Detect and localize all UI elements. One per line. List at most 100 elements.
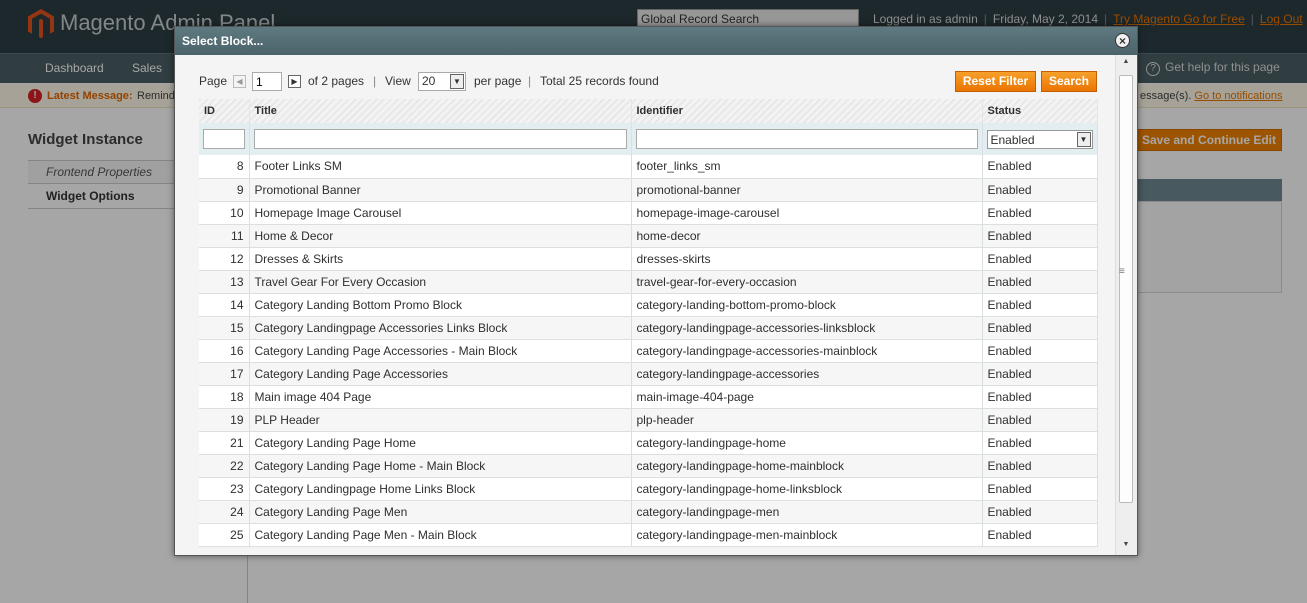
table-row[interactable]: 14 Category Landing Bottom Promo Block cat… — [199, 293, 1098, 317]
cell-id: 23 — [199, 477, 250, 501]
title-filter-input[interactable] — [253, 129, 627, 149]
cell-status: Enabled — [982, 454, 1098, 478]
cell-id: 14 — [199, 293, 250, 317]
cell-identifier: main-image-404-page — [631, 385, 983, 409]
next-page-icon[interactable]: ▶ — [288, 75, 301, 88]
cell-id: 19 — [199, 408, 250, 432]
cell-title: Homepage Image Carousel — [249, 201, 632, 225]
reset-filter-button[interactable]: Reset Filter — [955, 71, 1036, 92]
total-records-label: Total 25 records found — [540, 74, 659, 88]
cell-identifier: category-landing-bottom-promo-block — [631, 293, 983, 317]
table-row[interactable]: 15 Category Landingpage Accessories Links… — [199, 316, 1098, 340]
table-row[interactable]: 19 PLP Header plp-header Enabled — [199, 408, 1098, 432]
cell-id: 17 — [199, 362, 250, 386]
cell-status: Enabled — [982, 431, 1098, 455]
scroll-down-icon[interactable]: ▼ — [1120, 541, 1132, 553]
cell-title: Category Landingpage Accessories Links B… — [249, 316, 632, 340]
table-row[interactable]: 22 Category Landing Page Home - Main Bloc… — [199, 454, 1098, 478]
cell-id: 18 — [199, 385, 250, 409]
cell-identifier: travel-gear-for-every-occasion — [631, 270, 983, 294]
page-label: Page — [199, 74, 228, 88]
table-row[interactable]: 18 Main image 404 Page main-image-404-page… — [199, 385, 1098, 409]
table-row[interactable]: 8 Footer Links SM footer_links_sm Enabled — [199, 155, 1098, 179]
chevron-down-icon: ▼ — [450, 74, 464, 89]
blocks-grid: ID Title Identifier Status Enabled ▼ 8 Foo… — [199, 99, 1098, 547]
cell-id: 9 — [199, 178, 250, 202]
scrollbar-thumb[interactable] — [1119, 75, 1133, 503]
cell-id: 13 — [199, 270, 250, 294]
cell-title: Category Landing Page Accessories - Main… — [249, 339, 632, 363]
chevron-down-icon: ▼ — [1076, 131, 1091, 147]
column-header-title[interactable]: Title — [249, 99, 632, 123]
table-row[interactable]: 10 Homepage Image Carousel homepage-image-… — [199, 201, 1098, 225]
id-filter-input[interactable] — [203, 129, 245, 149]
table-row[interactable]: 16 Category Landing Page Accessories - Ma… — [199, 339, 1098, 363]
cell-id: 8 — [199, 155, 250, 179]
cell-title: Category Landing Page Men — [249, 500, 632, 524]
cell-id: 25 — [199, 523, 250, 547]
of-pages-label: of 2 pages — [308, 74, 365, 88]
cell-status: Enabled — [982, 293, 1098, 317]
column-header-status[interactable]: Status — [982, 99, 1098, 123]
cell-status: Enabled — [982, 500, 1098, 524]
cell-status: Enabled — [982, 362, 1098, 386]
cell-id: 21 — [199, 431, 250, 455]
cell-identifier: category-landingpage-home-mainblock — [631, 454, 983, 478]
cell-identifier: category-landingpage-home — [631, 431, 983, 455]
table-row[interactable]: 12 Dresses & Skirts dresses-skirts Enabled — [199, 247, 1098, 271]
cell-title: Dresses & Skirts — [249, 247, 632, 271]
cell-id: 15 — [199, 316, 250, 340]
per-page-value: 20 — [422, 74, 436, 88]
column-header-id[interactable]: ID — [199, 99, 250, 123]
cell-status: Enabled — [982, 339, 1098, 363]
cell-id: 22 — [199, 454, 250, 478]
view-label: View — [385, 74, 411, 88]
cell-title: Category Landing Page Accessories — [249, 362, 632, 386]
table-row[interactable]: 9 Promotional Banner promotional-banner Ena… — [199, 178, 1098, 202]
dialog-body: Page ◀ ▶ of 2 pages | View 20▼ per page … — [175, 55, 1115, 555]
per-page-label: per page — [474, 74, 522, 88]
cell-status: Enabled — [982, 224, 1098, 248]
table-row[interactable]: 17 Category Landing Page Accessories categ… — [199, 362, 1098, 386]
table-row[interactable]: 23 Category Landingpage Home Links Block c… — [199, 477, 1098, 501]
per-page-select[interactable]: 20 ▼ — [418, 72, 466, 91]
page-input[interactable] — [252, 72, 282, 91]
cell-identifier: category-landingpage-accessories — [631, 362, 983, 386]
cell-identifier: promotional-banner — [631, 178, 983, 202]
cell-status: Enabled — [982, 408, 1098, 432]
cell-status: Enabled — [982, 201, 1098, 225]
cell-title: Promotional Banner — [249, 178, 632, 202]
table-row[interactable]: 25 Category Landing Page Men - Main Block… — [199, 523, 1098, 547]
cell-id: 10 — [199, 201, 250, 225]
search-button[interactable]: Search — [1041, 71, 1097, 92]
cell-status: Enabled — [982, 155, 1098, 179]
column-header-identifier[interactable]: Identifier — [631, 99, 983, 123]
cell-identifier: homepage-image-carousel — [631, 201, 983, 225]
cell-identifier: plp-header — [631, 408, 983, 432]
cell-title: Footer Links SM — [249, 155, 632, 179]
status-filter-select[interactable]: Enabled ▼ — [986, 129, 1093, 149]
pager-separator: | — [528, 74, 532, 88]
dialog-scrollbar[interactable]: ▲ ≡ ▼ — [1115, 55, 1137, 555]
table-row[interactable]: 13 Travel Gear For Every Occasion travel-g… — [199, 270, 1098, 294]
cell-status: Enabled — [982, 316, 1098, 340]
cell-status: Enabled — [982, 270, 1098, 294]
cell-status: Enabled — [982, 247, 1098, 271]
prev-page-icon[interactable]: ◀ — [233, 75, 246, 88]
scroll-up-icon[interactable]: ▲ — [1120, 58, 1132, 70]
cell-identifier: category-landingpage-men — [631, 500, 983, 524]
select-block-dialog: Select Block... × Page ◀ ▶ of 2 pages | … — [174, 26, 1138, 556]
table-row[interactable]: 11 Home & Decor home-decor Enabled — [199, 224, 1098, 248]
table-row[interactable]: 24 Category Landing Page Men category-land… — [199, 500, 1098, 524]
close-icon[interactable]: × — [1115, 33, 1130, 48]
cell-status: Enabled — [982, 385, 1098, 409]
grid-body: 8 Footer Links SM footer_links_sm Enabled 9 P… — [199, 155, 1098, 547]
dialog-header: Select Block... × — [175, 27, 1137, 55]
cell-status: Enabled — [982, 477, 1098, 501]
cell-status: Enabled — [982, 178, 1098, 202]
identifier-filter-input[interactable] — [635, 129, 978, 149]
cell-title: Category Landing Bottom Promo Block — [249, 293, 632, 317]
table-row[interactable]: 21 Category Landing Page Home category-lan… — [199, 431, 1098, 455]
cell-title: Category Landingpage Home Links Block — [249, 477, 632, 501]
cell-id: 12 — [199, 247, 250, 271]
